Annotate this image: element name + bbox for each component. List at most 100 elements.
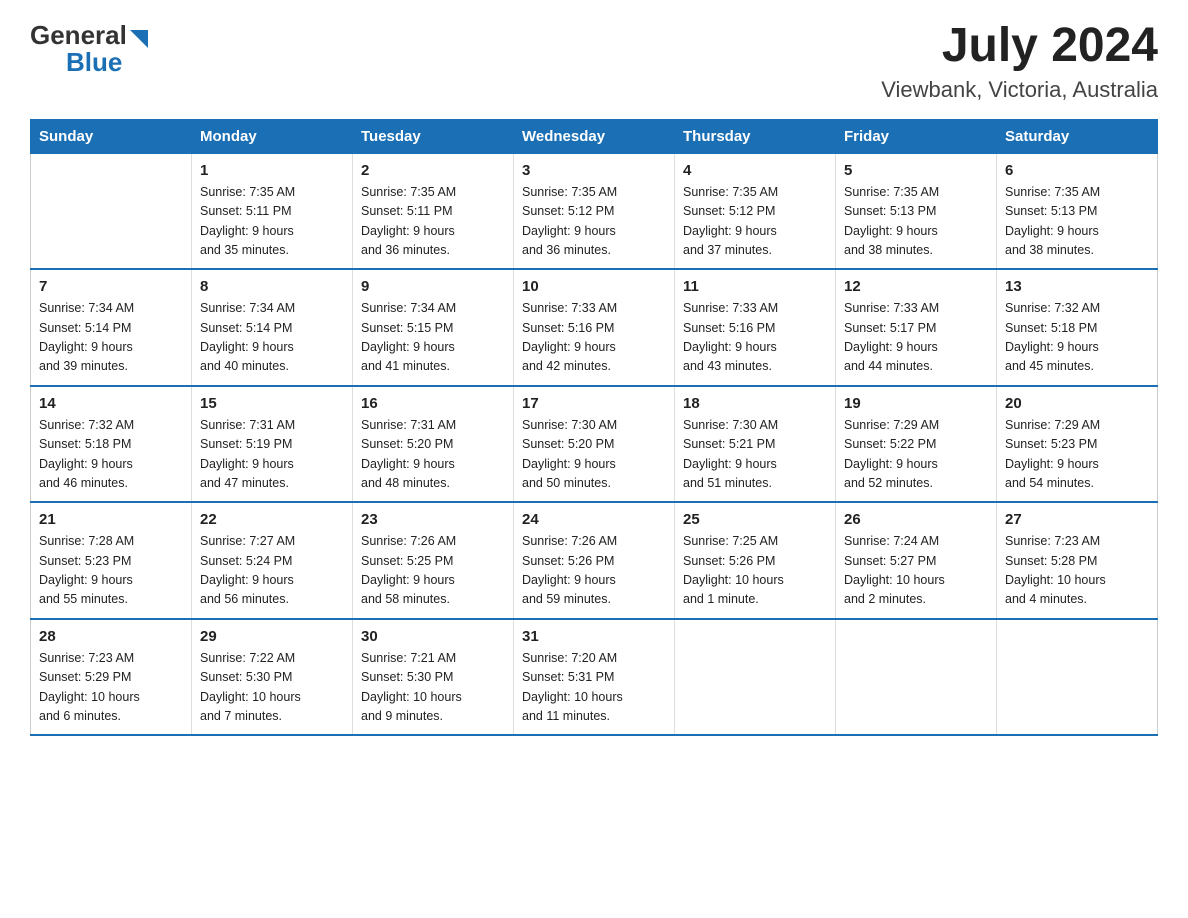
day-info: Sunrise: 7:23 AMSunset: 5:28 PMDaylight:…	[1005, 532, 1149, 610]
day-info: Sunrise: 7:26 AMSunset: 5:25 PMDaylight:…	[361, 532, 505, 610]
day-number: 1	[200, 162, 344, 179]
day-number: 18	[683, 395, 827, 412]
day-number: 27	[1005, 511, 1149, 528]
calendar-cell: 1 Sunrise: 7:35 AMSunset: 5:11 PMDaylight…	[192, 153, 353, 269]
day-number: 30	[361, 628, 505, 645]
day-number: 24	[522, 511, 666, 528]
calendar-cell: 6Sunrise: 7:35 AMSunset: 5:13 PMDaylight…	[997, 153, 1158, 269]
calendar-table: SundayMondayTuesdayWednesdayThursdayFrid…	[30, 119, 1158, 737]
day-number: 17	[522, 395, 666, 412]
day-number: 9	[361, 278, 505, 295]
day-number: 23	[361, 511, 505, 528]
day-number: 13	[1005, 278, 1149, 295]
calendar-cell: 21 Sunrise: 7:28 AMSunset: 5:23 PMDayligh…	[31, 502, 192, 619]
calendar-cell: 18 Sunrise: 7:30 AMSunset: 5:21 PMDayligh…	[675, 386, 836, 503]
day-header-sunday: Sunday	[31, 119, 192, 153]
day-info: Sunrise: 7:23 AMSunset: 5:29 PMDaylight:…	[39, 649, 183, 727]
day-header-saturday: Saturday	[997, 119, 1158, 153]
calendar-cell	[31, 153, 192, 269]
title-block: July 2024 Viewbank, Victoria, Australia	[881, 20, 1158, 103]
calendar-cell: 5 Sunrise: 7:35 AMSunset: 5:13 PMDaylight…	[836, 153, 997, 269]
calendar-week-row: 7 Sunrise: 7:34 AMSunset: 5:14 PMDaylight…	[31, 269, 1158, 386]
day-info: Sunrise: 7:32 AMSunset: 5:18 PMDaylight:…	[39, 416, 183, 494]
day-info: Sunrise: 7:35 AMSunset: 5:13 PMDaylight:…	[844, 183, 988, 261]
day-info: Sunrise: 7:31 AMSunset: 5:19 PMDaylight:…	[200, 416, 344, 494]
calendar-cell: 23 Sunrise: 7:26 AMSunset: 5:25 PMDayligh…	[353, 502, 514, 619]
logo-blue-text: Blue	[66, 47, 122, 78]
day-number: 15	[200, 395, 344, 412]
day-info: Sunrise: 7:28 AMSunset: 5:23 PMDaylight:…	[39, 532, 183, 610]
day-info: Sunrise: 7:35 AMSunset: 5:12 PMDaylight:…	[522, 183, 666, 261]
day-number: 4	[683, 162, 827, 179]
day-number: 22	[200, 511, 344, 528]
calendar-cell: 25Sunrise: 7:25 AMSunset: 5:26 PMDayligh…	[675, 502, 836, 619]
calendar-header-row: SundayMondayTuesdayWednesdayThursdayFrid…	[31, 119, 1158, 153]
day-number: 28	[39, 628, 183, 645]
page-title: July 2024	[881, 20, 1158, 73]
day-number: 16	[361, 395, 505, 412]
day-info: Sunrise: 7:35 AMSunset: 5:11 PMDaylight:…	[200, 183, 344, 261]
calendar-cell	[997, 619, 1158, 736]
calendar-cell: 10 Sunrise: 7:33 AMSunset: 5:16 PMDayligh…	[514, 269, 675, 386]
day-number: 10	[522, 278, 666, 295]
day-info: Sunrise: 7:33 AMSunset: 5:16 PMDaylight:…	[683, 299, 827, 377]
calendar-cell: 19 Sunrise: 7:29 AMSunset: 5:22 PMDayligh…	[836, 386, 997, 503]
calendar-cell: 29Sunrise: 7:22 AMSunset: 5:30 PMDayligh…	[192, 619, 353, 736]
day-header-thursday: Thursday	[675, 119, 836, 153]
day-info: Sunrise: 7:30 AMSunset: 5:21 PMDaylight:…	[683, 416, 827, 494]
day-number: 11	[683, 278, 827, 295]
day-header-wednesday: Wednesday	[514, 119, 675, 153]
day-number: 7	[39, 278, 183, 295]
calendar-week-row: 28 Sunrise: 7:23 AMSunset: 5:29 PMDayligh…	[31, 619, 1158, 736]
calendar-week-row: 21 Sunrise: 7:28 AMSunset: 5:23 PMDayligh…	[31, 502, 1158, 619]
calendar-cell: 15 Sunrise: 7:31 AMSunset: 5:19 PMDayligh…	[192, 386, 353, 503]
day-info: Sunrise: 7:20 AMSunset: 5:31 PMDaylight:…	[522, 649, 666, 727]
calendar-cell: 9 Sunrise: 7:34 AMSunset: 5:15 PMDaylight…	[353, 269, 514, 386]
day-header-friday: Friday	[836, 119, 997, 153]
calendar-cell: 16 Sunrise: 7:31 AMSunset: 5:20 PMDayligh…	[353, 386, 514, 503]
calendar-cell: 14 Sunrise: 7:32 AMSunset: 5:18 PMDayligh…	[31, 386, 192, 503]
day-info: Sunrise: 7:31 AMSunset: 5:20 PMDaylight:…	[361, 416, 505, 494]
day-info: Sunrise: 7:24 AMSunset: 5:27 PMDaylight:…	[844, 532, 988, 610]
day-info: Sunrise: 7:26 AMSunset: 5:26 PMDaylight:…	[522, 532, 666, 610]
calendar-cell: 26Sunrise: 7:24 AMSunset: 5:27 PMDayligh…	[836, 502, 997, 619]
day-info: Sunrise: 7:34 AMSunset: 5:14 PMDaylight:…	[200, 299, 344, 377]
day-number: 8	[200, 278, 344, 295]
day-header-tuesday: Tuesday	[353, 119, 514, 153]
calendar-cell: 12 Sunrise: 7:33 AMSunset: 5:17 PMDayligh…	[836, 269, 997, 386]
calendar-cell: 30 Sunrise: 7:21 AMSunset: 5:30 PMDayligh…	[353, 619, 514, 736]
logo: General Blue	[30, 20, 148, 78]
day-number: 12	[844, 278, 988, 295]
day-info: Sunrise: 7:33 AMSunset: 5:16 PMDaylight:…	[522, 299, 666, 377]
calendar-cell	[836, 619, 997, 736]
day-info: Sunrise: 7:29 AMSunset: 5:22 PMDaylight:…	[844, 416, 988, 494]
logo-triangle-icon	[130, 30, 148, 48]
day-number: 2	[361, 162, 505, 179]
calendar-cell	[675, 619, 836, 736]
calendar-week-row: 14 Sunrise: 7:32 AMSunset: 5:18 PMDayligh…	[31, 386, 1158, 503]
calendar-cell: 4 Sunrise: 7:35 AMSunset: 5:12 PMDaylight…	[675, 153, 836, 269]
day-header-monday: Monday	[192, 119, 353, 153]
day-number: 31	[522, 628, 666, 645]
day-number: 21	[39, 511, 183, 528]
day-info: Sunrise: 7:21 AMSunset: 5:30 PMDaylight:…	[361, 649, 505, 727]
calendar-cell: 27 Sunrise: 7:23 AMSunset: 5:28 PMDayligh…	[997, 502, 1158, 619]
day-info: Sunrise: 7:34 AMSunset: 5:15 PMDaylight:…	[361, 299, 505, 377]
day-info: Sunrise: 7:29 AMSunset: 5:23 PMDaylight:…	[1005, 416, 1149, 494]
day-number: 14	[39, 395, 183, 412]
calendar-cell: 24 Sunrise: 7:26 AMSunset: 5:26 PMDayligh…	[514, 502, 675, 619]
day-number: 20	[1005, 395, 1149, 412]
day-info: Sunrise: 7:33 AMSunset: 5:17 PMDaylight:…	[844, 299, 988, 377]
day-info: Sunrise: 7:30 AMSunset: 5:20 PMDaylight:…	[522, 416, 666, 494]
day-number: 5	[844, 162, 988, 179]
calendar-cell: 8 Sunrise: 7:34 AMSunset: 5:14 PMDaylight…	[192, 269, 353, 386]
calendar-cell: 7Sunrise: 7:34 AMSunset: 5:14 PMDaylight…	[31, 269, 192, 386]
calendar-cell: 17 Sunrise: 7:30 AMSunset: 5:20 PMDayligh…	[514, 386, 675, 503]
calendar-cell: 3Sunrise: 7:35 AMSunset: 5:12 PMDaylight…	[514, 153, 675, 269]
calendar-cell: 28 Sunrise: 7:23 AMSunset: 5:29 PMDayligh…	[31, 619, 192, 736]
calendar-cell: 13Sunrise: 7:32 AMSunset: 5:18 PMDayligh…	[997, 269, 1158, 386]
day-info: Sunrise: 7:35 AMSunset: 5:12 PMDaylight:…	[683, 183, 827, 261]
calendar-cell: 20 Sunrise: 7:29 AMSunset: 5:23 PMDayligh…	[997, 386, 1158, 503]
day-number: 19	[844, 395, 988, 412]
calendar-cell: 31 Sunrise: 7:20 AMSunset: 5:31 PMDayligh…	[514, 619, 675, 736]
